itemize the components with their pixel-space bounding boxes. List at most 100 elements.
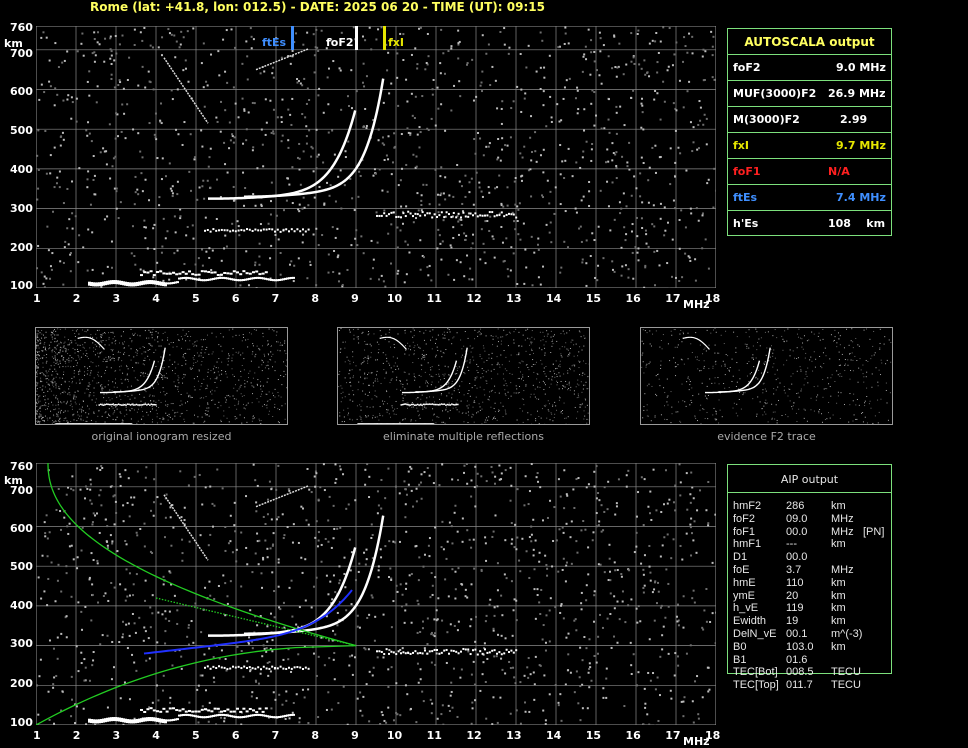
noise-dot	[658, 264, 661, 267]
thumb-noise-dot	[205, 396, 207, 398]
thumb-noise-dot	[771, 403, 773, 405]
thumb-noise-dot	[135, 351, 137, 353]
thumb-noise-dot	[732, 375, 734, 377]
thumb-e-pixel	[424, 403, 426, 406]
thumb-noise-dot	[72, 358, 74, 360]
ftes-marker-label: ftEs	[262, 36, 287, 49]
thumb-noise-dot	[90, 372, 92, 374]
thumb-noise-dot	[50, 410, 52, 412]
thumb-noise-dot	[446, 406, 448, 408]
thumb-noise-dot	[361, 400, 363, 402]
thumb-noise-dot	[418, 415, 420, 417]
noise-dot	[620, 207, 623, 210]
thumb-noise-dot	[396, 357, 398, 359]
thumb-noise-dot	[586, 388, 588, 390]
thumb-noise-dot	[803, 384, 805, 386]
noise-dot	[607, 118, 610, 121]
noise-dot	[440, 166, 443, 169]
thumb-noise-dot	[379, 330, 381, 332]
noise-dot	[545, 125, 548, 128]
thumb-noise-dot	[563, 402, 565, 404]
thumb-noise-dot	[36, 403, 38, 405]
thumb-noise-dot	[486, 382, 488, 384]
noise-dot	[589, 73, 592, 76]
noise-dot	[134, 263, 137, 266]
thumb-noise-dot	[65, 403, 67, 405]
thumb-noise-dot	[775, 379, 777, 381]
noise-dot	[405, 493, 408, 496]
noise-dot	[628, 141, 631, 144]
noise-dot	[516, 283, 519, 286]
noise-dot	[387, 51, 390, 54]
scatter-pixel	[508, 212, 510, 215]
thumb-noise-dot	[886, 402, 888, 404]
thumb-noise-dot	[129, 409, 131, 411]
noise-dot	[520, 175, 523, 178]
noise-dot	[327, 103, 330, 106]
noise-dot	[478, 186, 481, 189]
thumb-noise-dot	[222, 336, 224, 338]
thumb-noise-dot	[566, 348, 568, 350]
thumb-noise-dot	[257, 384, 259, 386]
noise-dot	[57, 66, 60, 69]
noise-dot	[457, 42, 460, 45]
thumb-noise-dot	[232, 354, 234, 356]
thumb-noise-dot	[555, 405, 557, 407]
thumb-noise-dot	[493, 407, 495, 409]
thumb-noise-dot	[550, 352, 552, 354]
thumb-noise-dot	[84, 342, 86, 344]
noise-dot	[408, 251, 411, 254]
thumb-noise-dot	[144, 372, 146, 374]
noise-dot	[364, 39, 367, 42]
e-trace-pixel	[184, 272, 188, 275]
thumb-noise-dot	[847, 364, 849, 366]
thumb-noise	[338, 328, 589, 424]
noise-dot	[87, 228, 90, 231]
noise-dot	[480, 228, 483, 231]
noise-dot	[651, 146, 654, 149]
thumb-e-pixel	[439, 404, 441, 406]
thumb-noise-dot	[357, 336, 359, 338]
noise-dot	[266, 640, 269, 643]
thumb-noise-dot	[881, 362, 883, 364]
thumb-noise-dot	[85, 412, 87, 414]
thumb-noise-dot	[538, 415, 540, 417]
thumb-noise-dot	[836, 342, 838, 344]
thumb-noise-dot	[126, 364, 128, 366]
thumb-noise-dot	[126, 366, 128, 368]
thumb-noise-dot	[577, 411, 579, 413]
thumb-noise-dot	[36, 336, 38, 338]
noise-dot	[315, 167, 318, 170]
thumb-noise-dot	[251, 420, 253, 422]
thumb-noise-dot	[837, 391, 839, 393]
thumb-noise-dot	[349, 363, 351, 365]
noise-dot	[669, 183, 672, 186]
thumb-noise-dot	[142, 415, 144, 417]
thumb-noise-dot	[438, 373, 440, 375]
thumb-noise-dot	[492, 389, 494, 391]
thumb-noise-dot	[89, 347, 91, 349]
thumb-noise-dot	[447, 328, 449, 330]
thumb-noise-dot	[141, 353, 143, 355]
thumb-noise-dot	[76, 420, 78, 422]
noise-dot	[317, 94, 320, 97]
thumb-noise-dot	[75, 359, 77, 361]
noise-dot	[302, 196, 305, 199]
noise-dot	[264, 133, 267, 136]
thumb-noise-dot	[576, 397, 578, 399]
thumb-noise-dot	[145, 351, 147, 353]
thumb-noise-dot	[242, 352, 244, 354]
thumb-noise-dot	[85, 420, 87, 422]
thumb-noise-dot	[532, 384, 534, 386]
noise-dot	[682, 106, 685, 109]
thumb-noise-dot	[580, 381, 582, 383]
thumb-noise-dot	[248, 372, 250, 374]
noise-dot	[440, 103, 443, 106]
thumb-noise-dot	[709, 378, 711, 380]
noise-dot	[607, 55, 610, 58]
noise-dot	[669, 147, 672, 150]
noise-dot	[481, 90, 484, 93]
thumb-noise-dot	[102, 332, 104, 334]
thumb-noise-dot	[497, 363, 499, 365]
thumb-noise-dot	[133, 409, 135, 411]
